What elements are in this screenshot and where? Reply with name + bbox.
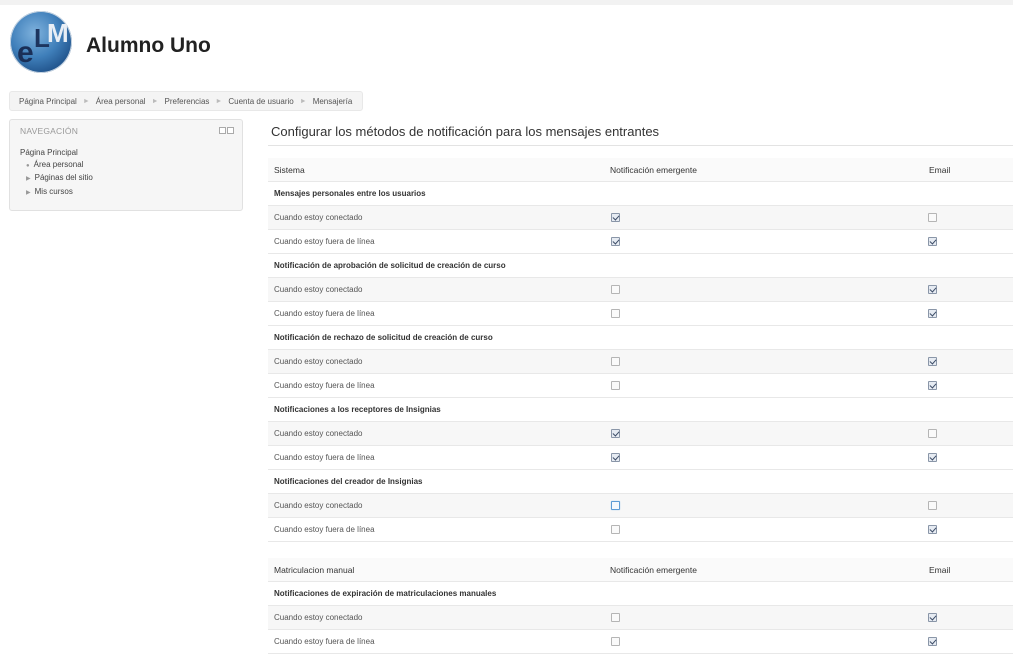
section-title: Notificación de rechazo de solicitud de … (274, 333, 493, 342)
section-row: Notificaciones a los receptores de Insig… (268, 398, 1013, 422)
popup-checkbox[interactable] (611, 285, 620, 294)
state-label: Cuando estoy fuera de línea (274, 453, 375, 462)
email-checkbox[interactable] (928, 357, 937, 366)
table-row: Cuando estoy fuera de línea (268, 446, 1013, 470)
popup-checkbox[interactable] (611, 613, 620, 622)
divider (268, 145, 1013, 146)
section-row: Mensajes personales entre los usuarios (268, 182, 1013, 206)
table-row: Cuando estoy conectado (268, 422, 1013, 446)
navigation-title: NAVEGACIÓN (20, 126, 79, 136)
nav-item-mis-cursos[interactable]: ▶ Mis cursos (20, 186, 93, 200)
navigation-block: NAVEGACIÓN Página Principal ● Área person… (9, 119, 243, 211)
table-row: Cuando estoy conectado (268, 206, 1013, 230)
email-checkbox[interactable] (928, 381, 937, 390)
popup-checkbox[interactable] (611, 429, 620, 438)
email-checkbox[interactable] (928, 237, 937, 246)
table-row: Cuando estoy fuera de línea (268, 518, 1013, 542)
email-column-header: Email (929, 165, 951, 175)
breadcrumb-separator-icon: ► (82, 97, 90, 105)
breadcrumb-separator-icon: ► (215, 97, 223, 105)
dock-icon[interactable] (227, 127, 234, 134)
popup-checkbox[interactable] (611, 357, 620, 366)
expand-arrow-icon[interactable]: ▶ (26, 176, 31, 182)
expand-arrow-icon[interactable]: ▶ (26, 190, 31, 196)
breadcrumb-separator-icon: ► (151, 97, 159, 105)
section-title: Mensajes personales entre los usuarios (274, 189, 426, 198)
email-checkbox[interactable] (928, 637, 937, 646)
nav-item-area-personal[interactable]: ● Área personal (20, 159, 93, 173)
email-checkbox[interactable] (928, 613, 937, 622)
section-row: Notificación de aprobación de solicitud … (268, 254, 1013, 278)
table-header: Matriculacion manual Notificación emergen… (268, 558, 1013, 582)
popup-checkbox[interactable] (611, 501, 620, 510)
breadcrumb-cuenta[interactable]: Cuenta de usuario (228, 97, 293, 106)
popup-checkbox[interactable] (611, 381, 620, 390)
email-checkbox[interactable] (928, 501, 937, 510)
breadcrumb-home[interactable]: Página Principal (19, 97, 77, 106)
email-checkbox[interactable] (928, 309, 937, 318)
section-title: Notificaciones de expiración de matricul… (274, 589, 497, 598)
section-row: Notificaciones de expiración de matricul… (268, 582, 1013, 606)
popup-checkbox[interactable] (611, 213, 620, 222)
breadcrumb-separator-icon: ► (299, 97, 307, 105)
nav-item-paginas-sitio[interactable]: ▶ Páginas del sitio (20, 172, 93, 186)
table-row: Cuando estoy fuera de línea (268, 302, 1013, 326)
popup-column-header: Notificación emergente (610, 565, 697, 575)
table-row: Cuando estoy conectado (268, 278, 1013, 302)
table-row: Cuando estoy conectado (268, 606, 1013, 630)
email-checkbox[interactable] (928, 525, 937, 534)
state-label: Cuando estoy fuera de línea (274, 381, 375, 390)
section-row: Notificación de rechazo de solicitud de … (268, 326, 1013, 350)
table-row: Cuando estoy fuera de línea (268, 630, 1013, 654)
nav-item-home[interactable]: Página Principal (20, 147, 93, 159)
site-title: Alumno Uno (86, 34, 211, 57)
email-checkbox[interactable] (928, 213, 937, 222)
popup-checkbox[interactable] (611, 453, 620, 462)
state-label: Cuando estoy conectado (274, 613, 363, 622)
top-bar (0, 0, 1013, 5)
email-checkbox[interactable] (928, 453, 937, 462)
table-row: Cuando estoy fuera de línea (268, 374, 1013, 398)
section-title: Notificaciones a los receptores de Insig… (274, 405, 441, 414)
state-label: Cuando estoy conectado (274, 501, 363, 510)
state-label: Cuando estoy fuera de línea (274, 309, 375, 318)
state-label: Cuando estoy fuera de línea (274, 637, 375, 646)
minimize-icon[interactable] (219, 127, 226, 134)
popup-checkbox[interactable] (611, 309, 620, 318)
processor-header: Sistema (274, 165, 305, 175)
popup-checkbox[interactable] (611, 237, 620, 246)
table-row: Cuando estoy conectado (268, 494, 1013, 518)
state-label: Cuando estoy conectado (274, 429, 363, 438)
popup-checkbox[interactable] (611, 525, 620, 534)
section-title: Notificaciones del creador de Insignias (274, 477, 423, 486)
section-row: Notificaciones del creador de Insignias (268, 470, 1013, 494)
section-title: Notificación de aprobación de solicitud … (274, 261, 506, 270)
email-checkbox[interactable] (928, 285, 937, 294)
email-column-header: Email (929, 565, 951, 575)
breadcrumb-mensajeria: Mensajería (312, 96, 353, 106)
navigation-list: Página Principal ● Área personal ▶ Páginas… (20, 147, 93, 199)
breadcrumb: Página Principal ► Área personal ► Prefe… (9, 91, 364, 111)
email-checkbox[interactable] (928, 429, 937, 438)
block-controls (219, 127, 234, 134)
state-label: Cuando estoy conectado (274, 357, 363, 366)
state-label: Cuando estoy fuera de línea (274, 237, 375, 246)
page-title: Configurar los métodos de notificación p… (271, 124, 660, 139)
breadcrumb-area-personal[interactable]: Área personal (96, 97, 146, 106)
processor-header: Matriculacion manual (274, 565, 355, 575)
breadcrumb-preferencias[interactable]: Preferencias (165, 97, 210, 106)
table-row: Cuando estoy fuera de línea (268, 230, 1013, 254)
state-label: Cuando estoy fuera de línea (274, 525, 375, 534)
state-label: Cuando estoy conectado (274, 285, 363, 294)
table-row: Cuando estoy conectado (268, 350, 1013, 374)
state-label: Cuando estoy conectado (274, 213, 363, 222)
popup-checkbox[interactable] (611, 637, 620, 646)
bullet-icon: ● (26, 162, 30, 169)
popup-column-header: Notificación emergente (610, 165, 697, 175)
table-header: Sistema Notificación emergente Email (268, 158, 1013, 182)
site-logo[interactable]: e L M (10, 11, 72, 73)
